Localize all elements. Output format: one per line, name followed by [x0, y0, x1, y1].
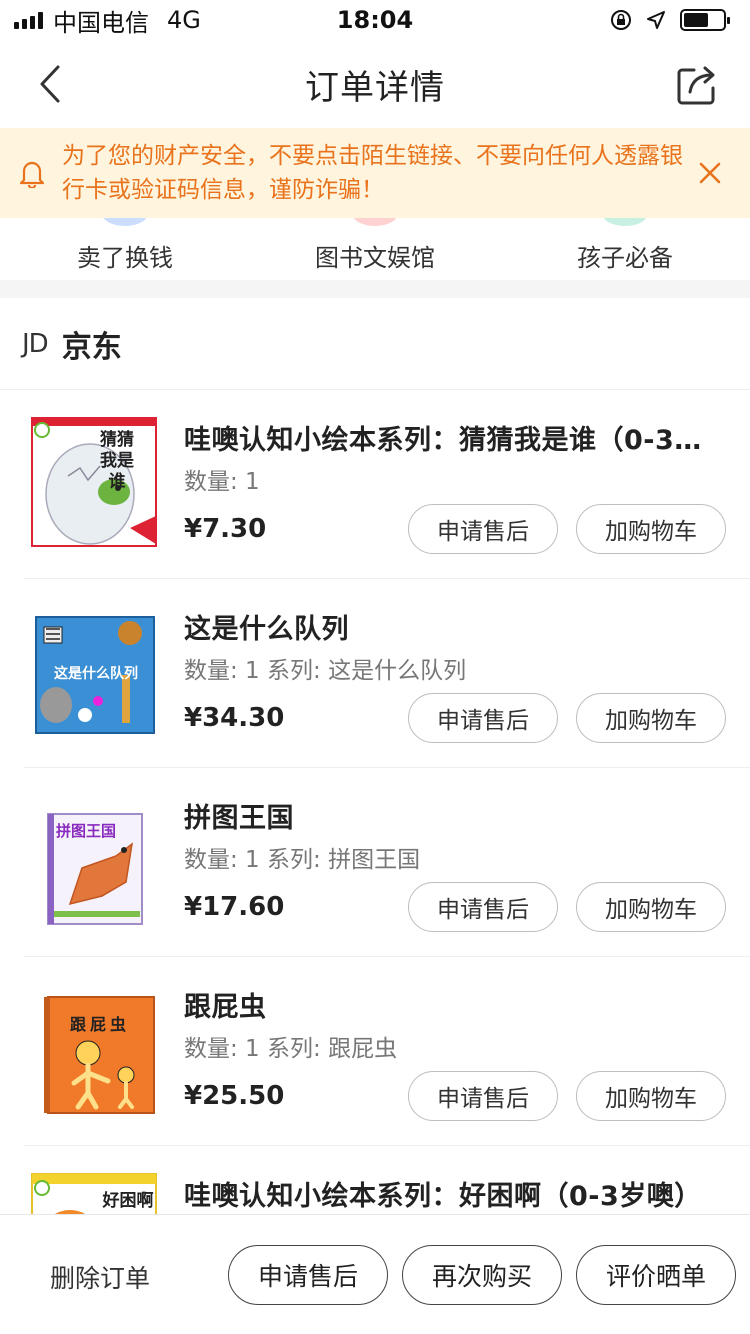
- product-price: ¥25.50: [184, 1081, 285, 1111]
- product-title: 这是什么队列: [184, 614, 349, 645]
- category-kids-icon: [603, 218, 647, 226]
- product-price: ¥34.30: [184, 703, 285, 733]
- add-to-cart-button[interactable]: 加购物车: [576, 693, 726, 743]
- bell-icon: [19, 161, 45, 188]
- delete-order-button[interactable]: 删除订单: [50, 1259, 150, 1295]
- product-row[interactable]: 好困啊 哇噢认知小绘本系列：好困啊（0-3岁噢）: [24, 1146, 750, 1218]
- category-label: 孩子必备: [577, 244, 673, 272]
- chevron-left-icon: [40, 65, 60, 103]
- product-meta: 数量: 1 系列: 跟屁虫: [184, 1036, 398, 1062]
- product-cover-title: 拼图王国: [56, 822, 117, 840]
- add-to-cart-button[interactable]: 加购物车: [576, 1071, 726, 1121]
- battery-icon: [680, 9, 730, 31]
- product-thumbnail: 好困啊: [30, 1172, 158, 1218]
- product-thumbnail: 这是什么队列: [30, 605, 158, 741]
- store-card: JD 京东 猜猜我是谁 哇噢认知小绘本系列：猜猜我是谁（0-3… 数量: 1 ¥…: [0, 298, 750, 1218]
- product-title: 哇噢认知小绘本系列：猜猜我是谁（0-3…: [184, 425, 702, 456]
- category-label: 卖了换钱: [77, 244, 173, 272]
- network-label: 4G: [167, 6, 201, 34]
- rebuy-button[interactable]: 再次购买: [402, 1245, 562, 1305]
- product-meta: 数量: 1 系列: 这是什么队列: [184, 658, 467, 684]
- category-strip: 卖了换钱 图书文娱馆 孩子必备: [0, 218, 750, 280]
- location-icon: [647, 11, 665, 29]
- notice-close-button[interactable]: [690, 153, 730, 193]
- store-header[interactable]: JD 京东: [0, 298, 750, 390]
- category-books[interactable]: 图书文娱馆: [250, 218, 500, 280]
- signal-icon: [14, 11, 43, 29]
- jd-logo-icon: JD: [22, 328, 49, 359]
- product-title: 跟屁虫: [184, 992, 267, 1023]
- apply-aftersale-order-button[interactable]: 申请售后: [228, 1245, 388, 1305]
- product-title: 哇噢认知小绘本系列：好困啊（0-3岁噢）: [184, 1181, 702, 1212]
- apply-aftersale-button[interactable]: 申请售后: [408, 1071, 558, 1121]
- apply-aftersale-button[interactable]: 申请售后: [408, 882, 558, 932]
- product-cover-title: 跟屁虫: [69, 1015, 130, 1034]
- product-price: ¥7.30: [184, 514, 267, 544]
- category-sell[interactable]: 卖了换钱: [0, 218, 250, 280]
- category-label: 图书文娱馆: [315, 244, 435, 272]
- notice-text: 为了您的财产安全，不要点击陌生链接、不要向任何人透露银行卡或验证码信息，谨防诈骗…: [62, 143, 683, 203]
- status-right: [610, 9, 730, 31]
- add-to-cart-button[interactable]: 加购物车: [576, 882, 726, 932]
- status-left: 中国电信 4G: [14, 3, 201, 38]
- product-cover-title: 好困啊: [102, 1191, 154, 1211]
- category-books-icon: [353, 218, 397, 226]
- product-meta: 数量: 1: [184, 469, 260, 495]
- add-to-cart-button[interactable]: 加购物车: [576, 504, 726, 554]
- security-notice: 为了您的财产安全，不要点击陌生链接、不要向任何人透露银行卡或验证码信息，谨防诈骗…: [0, 128, 750, 218]
- share-button[interactable]: [674, 60, 722, 108]
- product-title: 拼图王国: [184, 803, 294, 834]
- product-meta: 数量: 1 系列: 拼图王国: [184, 847, 421, 873]
- product-row[interactable]: 猜猜我是谁 哇噢认知小绘本系列：猜猜我是谁（0-3… 数量: 1 ¥7.30 申…: [24, 390, 750, 579]
- back-button[interactable]: [30, 62, 70, 106]
- page-title: 订单详情: [305, 67, 445, 108]
- product-row[interactable]: 跟屁虫 跟屁虫 数量: 1 系列: 跟屁虫 ¥25.50 申请售后 加购物车: [24, 957, 750, 1146]
- apply-aftersale-button[interactable]: 申请售后: [408, 504, 558, 554]
- apply-aftersale-button[interactable]: 申请售后: [408, 693, 558, 743]
- share-icon: [677, 66, 715, 105]
- bottom-action-bar: 删除订单 申请售后 再次购买 评价晒单: [0, 1214, 750, 1334]
- nav-bar: 订单详情: [0, 40, 750, 128]
- product-row[interactable]: 这是什么队列 这是什么队列 数量: 1 系列: 这是什么队列 ¥34.30 申请…: [24, 579, 750, 768]
- product-thumbnail: 猜猜我是谁: [30, 416, 158, 552]
- product-thumbnail: 跟屁虫: [30, 983, 158, 1119]
- store-name: 京东: [61, 329, 122, 365]
- rotation-lock-icon: [611, 10, 631, 30]
- review-button[interactable]: 评价晒单: [576, 1245, 736, 1305]
- category-kids[interactable]: 孩子必备: [500, 218, 750, 280]
- product-thumbnail: 拼图王国: [30, 794, 158, 930]
- product-price: ¥17.60: [184, 892, 285, 922]
- order-detail-page: 中国电信 4G 18:04 订单详情 为了您的财产安全，不要点击陌生链接、不要向…: [0, 0, 750, 1334]
- carrier-label: 中国电信: [53, 8, 149, 37]
- product-cover-title: 这是什么队列: [54, 666, 138, 682]
- close-icon: [699, 162, 721, 184]
- product-cover-title: 猜猜我是谁: [100, 430, 134, 492]
- category-sell-icon: [103, 218, 147, 226]
- product-row[interactable]: 拼图王国 拼图王国 数量: 1 系列: 拼图王国 ¥17.60 申请售后 加购物…: [24, 768, 750, 957]
- status-bar: 中国电信 4G 18:04: [0, 0, 750, 40]
